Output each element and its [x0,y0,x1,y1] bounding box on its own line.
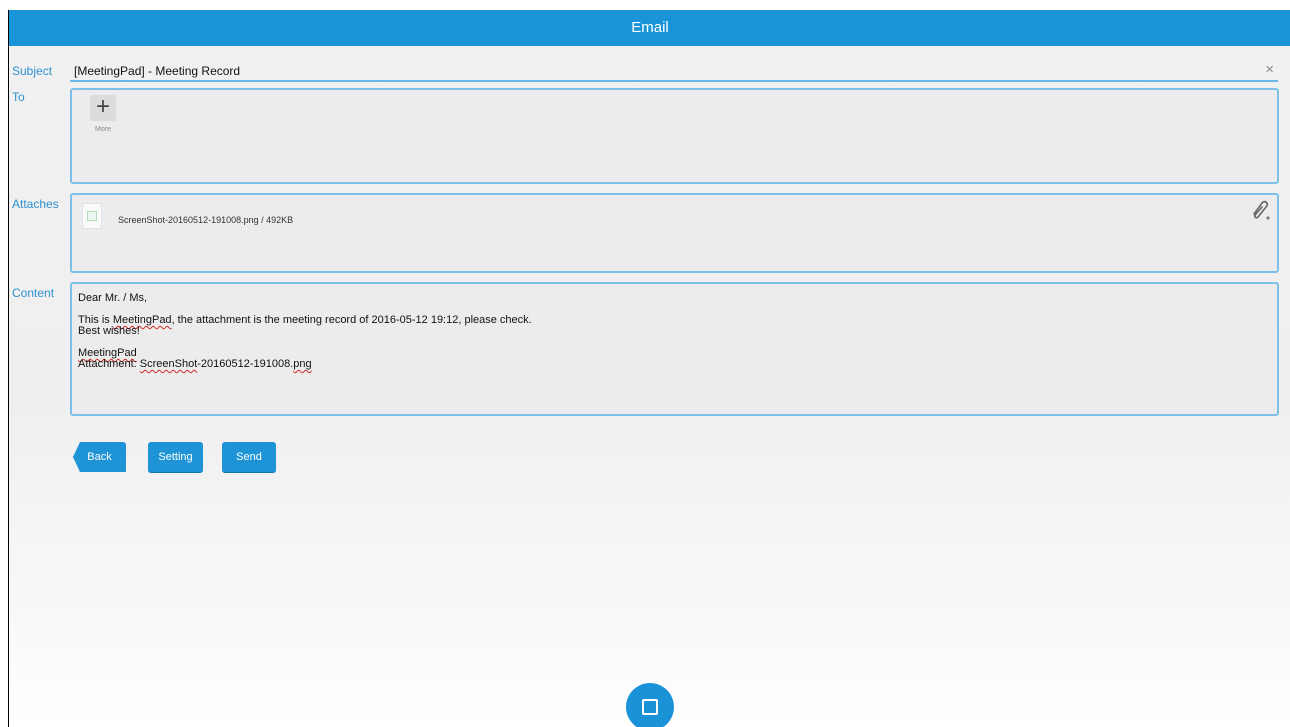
send-button[interactable]: Send [222,442,276,472]
attachment-file-name[interactable]: ScreenShot-20160512-191008.png / 492KB [118,215,293,225]
add-recipient-caption: More [95,126,111,133]
clear-icon[interactable]: × [1265,61,1274,78]
subject-value[interactable]: [MeetingPad] - Meeting Record [74,64,240,78]
content-greeting: Dear Mr. / Ms, [78,292,148,304]
content-body: This is MeetingPad, the attachment is th… [78,315,532,326]
to-label: To [12,90,25,104]
setting-button[interactable]: Setting [148,442,203,472]
paperclip-plus-icon[interactable] [1248,198,1272,222]
content-body-post: , the attachment is the meeting record o… [171,314,532,326]
content-field[interactable]: Dear Mr. / Ms, This is MeetingPad, the a… [70,282,1279,416]
image-file-icon [82,203,102,229]
content-attachment-mid: -20160512-191008. [197,358,294,370]
content-label: Content [12,286,55,300]
title-bar: Email [9,10,1290,46]
add-recipient-button[interactable]: + [90,95,116,121]
attaches-label: Attaches [12,197,59,211]
content-closing: Best wishes! [78,325,140,337]
to-field[interactable]: + More [70,88,1279,184]
content-attachment-prefix: Attachment: [78,358,140,370]
back-button[interactable]: Back [73,442,126,472]
email-window: Email Subject [MeetingPad] - Meeting Rec… [8,10,1290,727]
content-text[interactable]: Dear Mr. / Ms, This is MeetingPad, the a… [78,293,532,370]
square-icon [642,699,658,715]
content-attachment-ext: png [293,358,312,370]
attaches-field: ScreenShot-20160512-191008.png / 492KB [70,193,1279,273]
plus-icon: + [95,93,110,120]
subject-field[interactable]: [MeetingPad] - Meeting Record × [70,60,1278,82]
subject-label: Subject [12,64,53,78]
content-attachment-file: ScreenShot [139,358,198,370]
content-attachment-line: Attachment: ScreenShot-20160512-191008.p… [78,359,532,370]
home-button[interactable] [626,683,674,727]
